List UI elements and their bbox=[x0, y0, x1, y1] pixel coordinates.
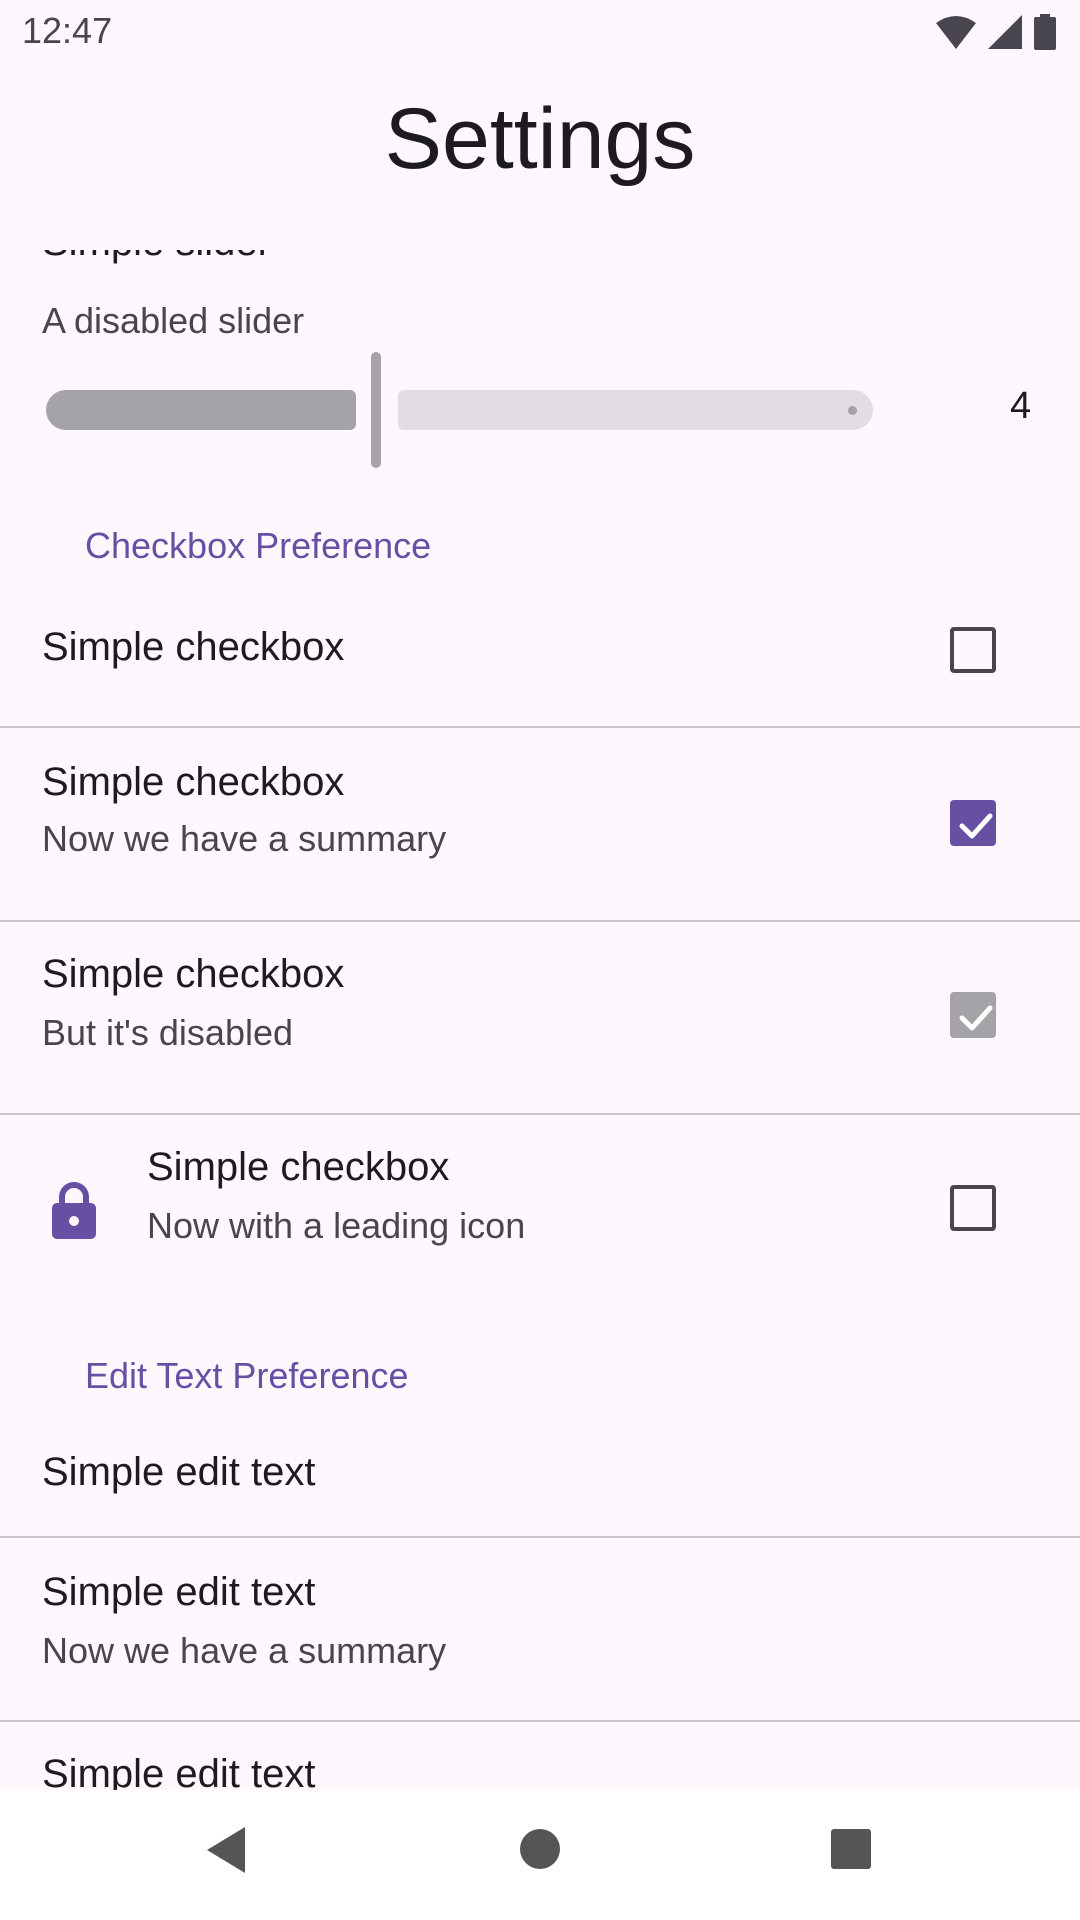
edit-text-title: Simple edit text bbox=[42, 1570, 316, 1614]
navigation-bar bbox=[0, 1790, 1080, 1920]
lock-icon bbox=[52, 1182, 96, 1239]
section-checkbox-preference: Checkbox Preference bbox=[85, 525, 432, 566]
page-title: Settings bbox=[384, 91, 696, 187]
checkbox-title: Simple checkbox bbox=[147, 1145, 450, 1189]
recents-icon[interactable] bbox=[830, 1828, 872, 1870]
checkbox-unchecked[interactable] bbox=[950, 627, 996, 673]
checkbox-disabled bbox=[950, 992, 996, 1038]
status-time: 12:47 bbox=[22, 10, 113, 51]
slider-value: 4 bbox=[1010, 385, 1032, 427]
edit-text-row-3[interactable]: Simple edit text bbox=[0, 1722, 1080, 1790]
battery-icon bbox=[1034, 14, 1056, 50]
slider-handle[interactable] bbox=[371, 352, 381, 468]
status-icons bbox=[936, 14, 1056, 50]
checkbox-checked[interactable] bbox=[950, 800, 996, 846]
slider-stop-indicator bbox=[848, 406, 857, 415]
checkbox-title: Simple checkbox bbox=[42, 952, 345, 996]
checkbox-summary: Now with a leading icon bbox=[147, 1205, 526, 1246]
checkmark-icon bbox=[959, 813, 993, 839]
checkbox-row-4[interactable]: Simple checkbox Now with a leading icon bbox=[0, 1115, 1080, 1305]
status-bar: 12:47 bbox=[0, 0, 1080, 64]
home-icon[interactable] bbox=[519, 1828, 561, 1870]
slider-active-track bbox=[46, 390, 356, 430]
checkbox-summary: Now we have a summary bbox=[42, 818, 447, 859]
edit-text-title: Simple edit text bbox=[42, 1450, 316, 1494]
signal-icon bbox=[988, 15, 1022, 49]
edit-text-row-2[interactable]: Simple edit text Now we have a summary bbox=[0, 1538, 1080, 1718]
back-icon[interactable] bbox=[205, 1825, 249, 1875]
slider-inactive-track[interactable] bbox=[398, 390, 873, 430]
edit-text-row-1[interactable]: Simple edit text bbox=[0, 1420, 1080, 1540]
checkbox-title: Simple checkbox bbox=[42, 760, 345, 804]
checkbox-row-1[interactable]: Simple checkbox bbox=[0, 595, 1080, 725]
checkbox-unchecked[interactable] bbox=[950, 1185, 996, 1231]
wifi-icon bbox=[936, 16, 976, 49]
checkbox-row-2[interactable]: Simple checkbox Now we have a summary bbox=[0, 728, 1080, 918]
checkbox-row-3: Simple checkbox But it's disabled bbox=[0, 922, 1080, 1112]
section-edit-text-preference: Edit Text Preference bbox=[85, 1355, 409, 1396]
checkmark-icon bbox=[959, 1005, 993, 1031]
edit-text-summary: Now we have a summary bbox=[42, 1630, 447, 1671]
checkbox-title: Simple checkbox bbox=[42, 625, 345, 669]
settings-list[interactable]: Simple slider A disabled slider 4 Checkb… bbox=[0, 250, 1080, 1790]
checkbox-summary: But it's disabled bbox=[42, 1012, 294, 1053]
edit-text-title: Simple edit text bbox=[42, 1752, 316, 1790]
